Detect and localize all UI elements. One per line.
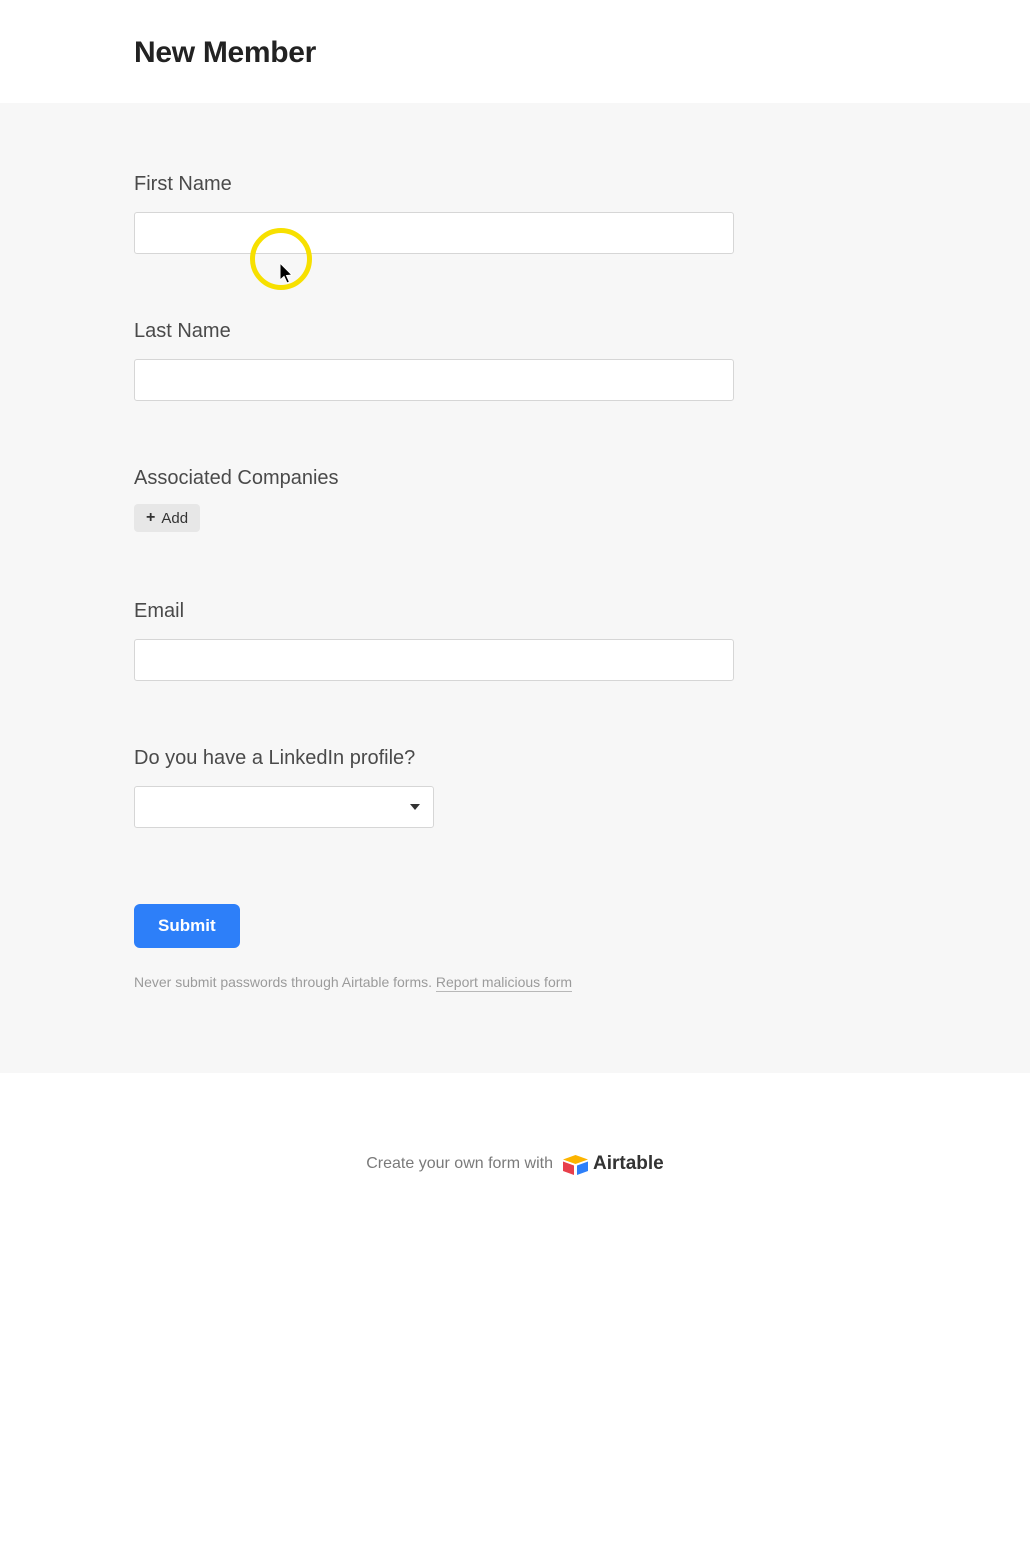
footer-prompt: Create your own form with [366,1155,553,1173]
airtable-logo[interactable]: Airtable [563,1153,664,1175]
footer: Create your own form with Airtable [0,1073,1030,1255]
linkedin-label: Do you have a LinkedIn profile? [134,747,1030,770]
linkedin-select[interactable] [134,786,434,828]
last-name-label: Last Name [134,320,1030,343]
last-name-input[interactable] [134,359,734,401]
form-container: First Name Last Name Associated Companie… [0,103,1030,1073]
first-name-label: First Name [134,173,1030,196]
associated-companies-label: Associated Companies [134,467,1030,490]
report-link[interactable]: Report malicious form [436,974,572,992]
disclaimer-message: Never submit passwords through Airtable … [134,974,436,990]
first-name-input[interactable] [134,212,734,254]
add-company-button[interactable]: + Add [134,504,200,532]
airtable-icon [563,1154,587,1174]
page-title: New Member [134,36,1030,70]
submit-button[interactable]: Submit [134,904,240,948]
disclaimer-text: Never submit passwords through Airtable … [134,974,1030,990]
add-button-label: Add [161,510,188,527]
cursor-icon [280,263,296,290]
plus-icon: + [146,509,155,527]
email-label: Email [134,600,1030,623]
email-input[interactable] [134,639,734,681]
airtable-brand-text: Airtable [593,1153,664,1175]
